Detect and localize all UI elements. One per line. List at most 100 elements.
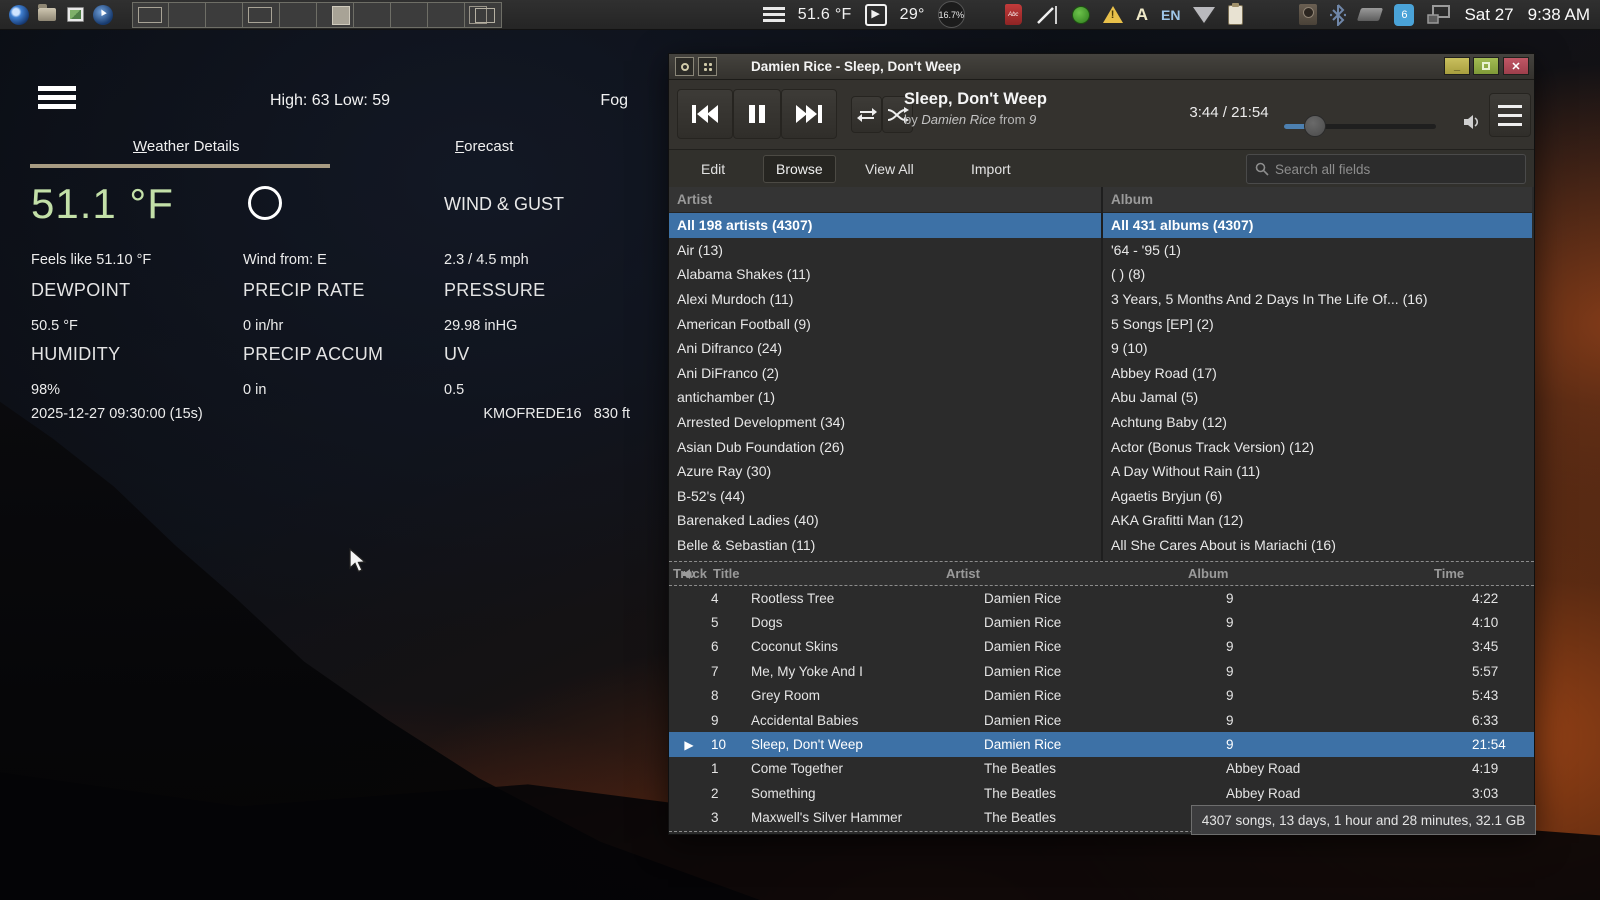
workspace-box[interactable]	[391, 2, 428, 28]
file-manager-icon[interactable]	[36, 4, 58, 26]
workspace-box[interactable]	[243, 2, 280, 28]
artist-row[interactable]: Air (13)	[669, 238, 1101, 263]
header-title[interactable]: Title	[713, 566, 946, 581]
workspace-box[interactable]	[206, 2, 243, 28]
workspace-pager[interactable]	[132, 2, 502, 28]
image-viewer-icon[interactable]	[64, 4, 86, 26]
header-time[interactable]: Time	[1434, 566, 1534, 581]
track-row[interactable]: 8Grey RoomDamien Rice95:43	[669, 684, 1534, 708]
track-row[interactable]: ▶10Sleep, Don't WeepDamien Rice921:54	[669, 732, 1534, 756]
album-row[interactable]: Abbey Road (17)	[1103, 361, 1532, 386]
track-row[interactable]: 2SomethingThe BeatlesAbbey Road3:03	[669, 781, 1534, 805]
cpu-gauge[interactable]: 16.7%	[938, 1, 965, 28]
album-row[interactable]: A Day Without Rain (11)	[1103, 459, 1532, 484]
pointer-settings-icon[interactable]	[92, 4, 114, 26]
tab-forecast[interactable]: Forecast	[455, 138, 513, 155]
window-titlebar[interactable]: Damien Rice - Sleep, Don't Weep _ ✕	[669, 54, 1534, 80]
display-network-icon[interactable]	[1427, 5, 1451, 25]
media-play-icon[interactable]: ▶	[865, 4, 887, 26]
album-row[interactable]: All She Cares About is Mariachi (16)	[1103, 533, 1532, 558]
maximize-button[interactable]	[1473, 57, 1499, 75]
minimize-button[interactable]: _	[1444, 57, 1470, 75]
dictionary-icon[interactable]: Abc	[1005, 4, 1022, 25]
artist-row[interactable]: Alabama Shakes (11)	[669, 262, 1101, 287]
panel-temperature[interactable]: 51.6 °F	[798, 6, 852, 24]
artist-row[interactable]: Azure Ray (30)	[669, 459, 1101, 484]
artist-row[interactable]: Arrested Development (34)	[669, 410, 1101, 435]
clipboard-icon[interactable]	[1228, 5, 1243, 25]
album-row[interactable]: Achtung Baby (12)	[1103, 410, 1532, 435]
track-row[interactable]: 4Rootless TreeDamien Rice94:22	[669, 586, 1534, 610]
track-row[interactable]: 5DogsDamien Rice94:10	[669, 610, 1534, 634]
track-row[interactable]: 7Me, My Yoke And IDamien Rice95:57	[669, 659, 1534, 683]
album-row[interactable]: 3 Years, 5 Months And 2 Days In The Life…	[1103, 287, 1532, 312]
close-button[interactable]: ✕	[1503, 57, 1529, 75]
album-row[interactable]: ( ) (8)	[1103, 262, 1532, 287]
artist-row[interactable]: American Football (9)	[669, 311, 1101, 336]
workspace-box[interactable]	[428, 2, 465, 28]
seek-slider[interactable]	[1284, 124, 1436, 129]
seek-slider-handle[interactable]	[1304, 115, 1326, 137]
artist-row[interactable]: Ani DiFranco (2)	[669, 361, 1101, 386]
next-track-button[interactable]	[781, 89, 837, 139]
artist-row[interactable]: Asian Dub Foundation (26)	[669, 434, 1101, 459]
album-row[interactable]: AKA Grafitti Man (12)	[1103, 508, 1532, 533]
removable-drive-icon[interactable]	[1357, 8, 1383, 21]
header-artist[interactable]: Artist	[946, 566, 1188, 581]
warning-icon[interactable]	[1103, 6, 1123, 23]
track-row[interactable]: 6Coconut SkinsDamien Rice93:45	[669, 635, 1534, 659]
album-row[interactable]: All 431 albums (4307)	[1103, 213, 1532, 238]
temperature-sensor-icon[interactable]: 6	[1394, 4, 1414, 26]
keyboard-language[interactable]: EN	[1161, 7, 1180, 23]
clock[interactable]: Sat 279:38 AM	[1464, 5, 1590, 25]
main-menu-button[interactable]	[1489, 93, 1531, 137]
artist-row[interactable]: Ani Difranco (24)	[669, 336, 1101, 361]
workspace-box[interactable]	[132, 2, 169, 28]
color-swatch-icon[interactable]	[1072, 6, 1090, 24]
workspace-box[interactable]	[280, 2, 317, 28]
enlightenment-logo-icon[interactable]	[8, 4, 30, 26]
artist-row[interactable]: Belle & Sebastian (11)	[669, 533, 1101, 558]
header-album[interactable]: Album	[1188, 566, 1434, 581]
panel-temperature-2[interactable]: 29°	[900, 6, 925, 24]
panel-menu-icon[interactable]	[763, 7, 785, 22]
window-menu-button[interactable]	[675, 57, 694, 76]
search-box[interactable]	[1246, 154, 1526, 184]
artist-row[interactable]: Alexi Murdoch (11)	[669, 287, 1101, 312]
header-track[interactable]: Track	[671, 566, 713, 581]
album-row[interactable]: '64 - '95 (1)	[1103, 238, 1532, 263]
artist-row[interactable]: antichamber (1)	[669, 385, 1101, 410]
album-row[interactable]: Abu Jamal (5)	[1103, 385, 1532, 410]
artist-column-header[interactable]: Artist	[669, 187, 1101, 213]
tab-weather-details[interactable]: Weather Details	[133, 138, 239, 155]
tab-import[interactable]: Import	[959, 155, 1023, 183]
font-indicator[interactable]: A	[1136, 5, 1148, 25]
artist-row[interactable]: Barenaked Ladies (40)	[669, 508, 1101, 533]
workspace-box[interactable]	[465, 2, 502, 28]
previous-track-button[interactable]	[677, 89, 733, 139]
tab-edit[interactable]: Edit	[689, 155, 737, 183]
volume-icon[interactable]	[1463, 114, 1481, 130]
album-row[interactable]: 9 (10)	[1103, 336, 1532, 361]
artist-row[interactable]: B-52's (44)	[669, 484, 1101, 509]
album-column-header[interactable]: Album	[1103, 187, 1532, 213]
workspace-box[interactable]	[354, 2, 391, 28]
track-table-header[interactable]: Track Title Artist Album Time	[669, 561, 1534, 586]
pause-button[interactable]	[733, 89, 781, 139]
track-row[interactable]: 1Come TogetherThe BeatlesAbbey Road4:19	[669, 757, 1534, 781]
color-picker-pencil-icon[interactable]	[1035, 4, 1059, 26]
artist-row[interactable]: All 198 artists (4307)	[669, 213, 1101, 238]
album-row[interactable]: Actor (Bonus Track Version) (12)	[1103, 434, 1532, 459]
bluetooth-icon[interactable]	[1330, 4, 1346, 26]
repeat-icon[interactable]	[851, 96, 882, 133]
track-row[interactable]: 9Accidental BabiesDamien Rice96:33	[669, 708, 1534, 732]
search-input[interactable]	[1275, 162, 1517, 177]
album-row[interactable]: Agaetis Bryjun (6)	[1103, 484, 1532, 509]
workspace-box[interactable]	[317, 2, 354, 28]
tab-browse[interactable]: Browse	[763, 155, 836, 183]
audio-mixer-icon[interactable]	[1299, 4, 1317, 25]
tab-view-all[interactable]: View All	[853, 155, 926, 183]
layout-switcher-icon[interactable]	[1193, 7, 1215, 23]
workspace-box[interactable]	[169, 2, 206, 28]
album-row[interactable]: 5 Songs [EP] (2)	[1103, 311, 1532, 336]
